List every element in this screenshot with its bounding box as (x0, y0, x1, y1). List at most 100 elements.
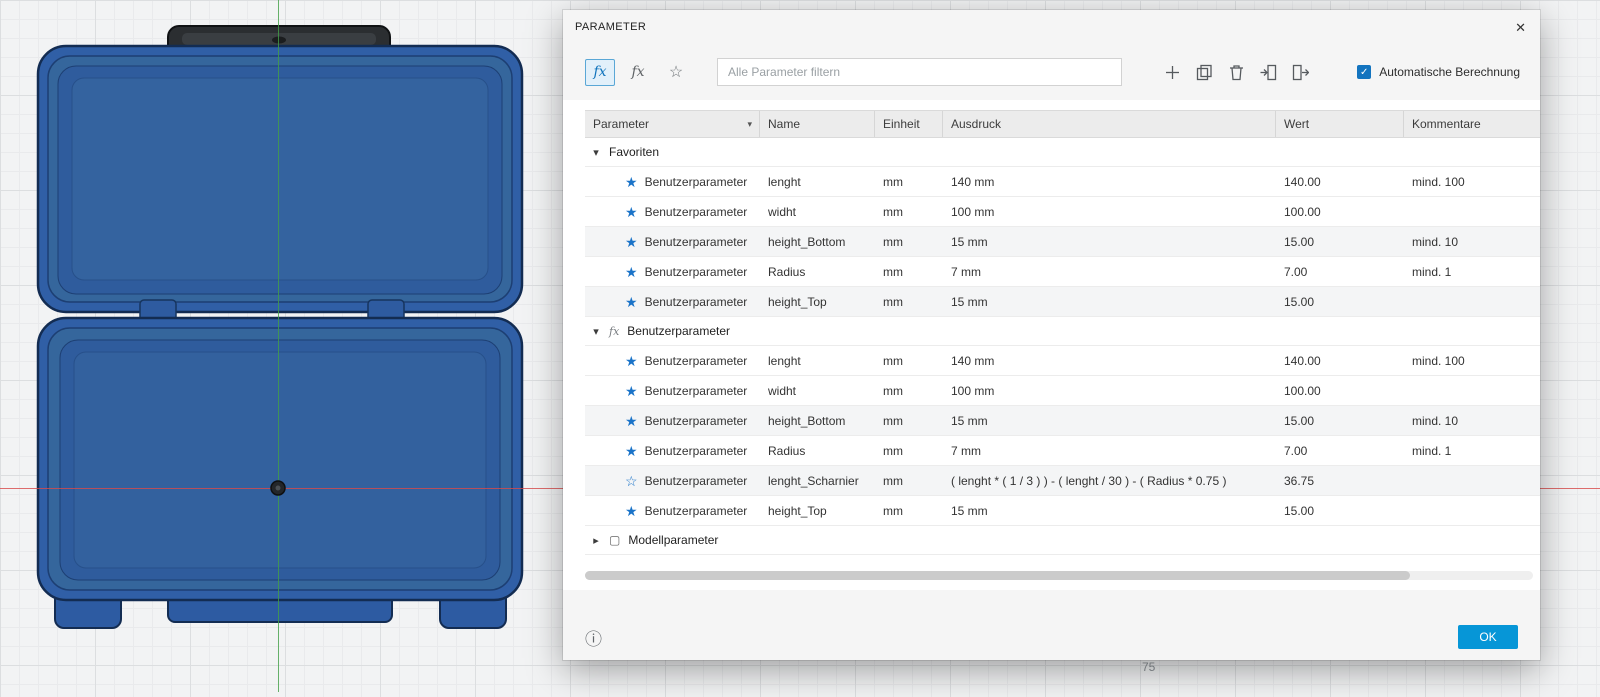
param-comment[interactable]: mind. 1 (1404, 444, 1540, 458)
param-name[interactable]: height_Top (760, 295, 875, 309)
table-row[interactable]: ★ Benutzerparameter height_Top mm 15 mm 1… (585, 496, 1540, 526)
export-icon[interactable] (1292, 64, 1309, 81)
param-name[interactable]: widht (760, 384, 875, 398)
favorite-star-icon[interactable]: ★ (625, 504, 638, 518)
favorite-star-icon[interactable]: ★ (625, 384, 638, 398)
favorite-star-icon[interactable]: ★ (625, 175, 638, 189)
dialog-header[interactable]: PARAMETER ✕ (563, 10, 1540, 44)
param-value: 140.00 (1284, 353, 1321, 368)
param-expression[interactable]: 7 mm (943, 444, 1276, 458)
header-name[interactable]: Name (760, 111, 875, 137)
checkbox-checked-icon[interactable]: ✓ (1357, 65, 1372, 79)
origin-marker-icon[interactable] (270, 480, 286, 496)
chevron-down-icon[interactable]: ▾ (591, 325, 601, 338)
param-expression[interactable]: 15 mm (943, 235, 1276, 249)
param-name[interactable]: height_Bottom (760, 235, 875, 249)
header-parameter[interactable]: Parameter ▾ (585, 111, 760, 137)
table-row[interactable]: ☆ Benutzerparameter lenght_Scharnier mm (… (585, 466, 1540, 496)
grid-ruler-label: 75 (1142, 660, 1156, 674)
horizontal-scrollbar[interactable] (585, 571, 1533, 580)
param-expression[interactable]: 140 mm (943, 354, 1276, 368)
ok-button[interactable]: OK (1458, 625, 1518, 649)
param-value: 15.00 (1284, 294, 1315, 309)
param-unit: mm (883, 234, 903, 249)
sort-down-icon[interactable]: ▾ (747, 119, 752, 130)
header-ausdruck[interactable]: Ausdruck (943, 111, 1276, 137)
dialog-footer: ⓘ OK (563, 614, 1540, 660)
header-wert[interactable]: Wert (1276, 111, 1404, 137)
table-row[interactable]: ★ Benutzerparameter Radius mm 7 mm 7.00 m… (585, 257, 1540, 287)
parameter-type-label: Benutzerparameter (644, 353, 748, 368)
param-expression[interactable]: 100 mm (943, 205, 1276, 219)
case-bottom[interactable] (36, 316, 524, 602)
star-icon: ☆ (668, 64, 684, 81)
param-expression[interactable]: 15 mm (943, 295, 1276, 309)
delete-icon[interactable] (1228, 64, 1245, 81)
duplicate-icon[interactable] (1196, 64, 1213, 81)
param-expression[interactable]: 7 mm (943, 265, 1276, 279)
show-favorites-button[interactable]: ☆ (661, 59, 691, 86)
param-unit: mm (883, 473, 903, 488)
param-comment[interactable]: mind. 100 (1404, 354, 1540, 368)
parameter-table: Parameter ▾ Name Einheit Ausdruck Wert K… (563, 100, 1540, 590)
favorite-star-icon[interactable]: ★ (625, 235, 638, 249)
table-row[interactable]: ★ Benutzerparameter lenght mm 140 mm 140.… (585, 167, 1540, 197)
param-expression[interactable]: 100 mm (943, 384, 1276, 398)
group-row-modellparameter[interactable]: ▸ ▢ Modellparameter (585, 526, 1540, 555)
favorite-star-icon[interactable]: ★ (625, 265, 638, 279)
filter-input[interactable] (717, 58, 1122, 86)
param-name[interactable]: lenght (760, 354, 875, 368)
param-expression[interactable]: ( lenght * ( 1 / 3 ) ) - ( lenght / 30 )… (943, 474, 1276, 488)
table-row[interactable]: ★ Benutzerparameter lenght mm 140 mm 140.… (585, 346, 1540, 376)
group-label: Favoriten (609, 145, 660, 159)
info-icon[interactable]: ⓘ (585, 625, 602, 650)
favorite-star-icon[interactable]: ★ (625, 205, 638, 219)
group-row-benutzerparameter[interactable]: ▾ fx Benutzerparameter (585, 317, 1540, 346)
favorite-star-icon[interactable]: ★ (625, 444, 638, 458)
param-expression[interactable]: 140 mm (943, 175, 1276, 189)
table-row[interactable]: ★ Benutzerparameter widht mm 100 mm 100.0… (585, 376, 1540, 406)
favorite-star-icon[interactable]: ★ (625, 414, 638, 428)
chevron-right-icon[interactable]: ▸ (591, 534, 601, 547)
show-all-parameters-button[interactable]: fx (585, 58, 615, 86)
scrollbar-thumb[interactable] (585, 571, 1410, 580)
chevron-down-icon[interactable]: ▾ (591, 146, 601, 159)
param-name[interactable]: height_Bottom (760, 414, 875, 428)
group-row-favoriten[interactable]: ▾ Favoriten (585, 138, 1540, 167)
param-unit: mm (883, 294, 903, 309)
dialog-title: PARAMETER (575, 21, 647, 33)
new-user-parameter-button[interactable]: fx (623, 59, 653, 86)
add-parameter-icon[interactable] (1164, 64, 1181, 81)
param-expression[interactable]: 15 mm (943, 504, 1276, 518)
favorite-star-icon[interactable]: ★ (625, 354, 638, 368)
table-row[interactable]: ★ Benutzerparameter Radius mm 7 mm 7.00 m… (585, 436, 1540, 466)
case-lid[interactable] (36, 44, 524, 314)
favorite-star-icon[interactable]: ★ (625, 295, 638, 309)
favorite-star-icon[interactable]: ☆ (625, 474, 638, 488)
import-icon[interactable] (1260, 64, 1277, 81)
close-icon[interactable]: ✕ (1515, 21, 1526, 34)
param-comment[interactable]: mind. 1 (1404, 265, 1540, 279)
header-kommentare[interactable]: Kommentare (1404, 111, 1540, 137)
param-name[interactable]: Radius (760, 265, 875, 279)
table-row[interactable]: ★ Benutzerparameter height_Bottom mm 15 m… (585, 227, 1540, 257)
param-name[interactable]: widht (760, 205, 875, 219)
parameter-type-label: Benutzerparameter (644, 264, 748, 279)
auto-compute-toggle[interactable]: ✓ Automatische Berechnung (1357, 65, 1520, 79)
table-row[interactable]: ★ Benutzerparameter height_Top mm 15 mm 1… (585, 287, 1540, 317)
table-row[interactable]: ★ Benutzerparameter widht mm 100 mm 100.0… (585, 197, 1540, 227)
param-comment[interactable]: mind. 10 (1404, 235, 1540, 249)
param-name[interactable]: lenght (760, 175, 875, 189)
param-name[interactable]: Radius (760, 444, 875, 458)
table-row[interactable]: ★ Benutzerparameter height_Bottom mm 15 m… (585, 406, 1540, 436)
param-comment[interactable]: mind. 100 (1404, 175, 1540, 189)
param-expression[interactable]: 15 mm (943, 414, 1276, 428)
table-header-row: Parameter ▾ Name Einheit Ausdruck Wert K… (585, 110, 1540, 138)
group-label: Benutzerparameter (627, 324, 731, 338)
header-einheit[interactable]: Einheit (875, 111, 943, 137)
param-name[interactable]: height_Top (760, 504, 875, 518)
parameter-type-label: Benutzerparameter (644, 443, 748, 458)
parameter-type-label: Benutzerparameter (644, 294, 748, 309)
param-name[interactable]: lenght_Scharnier (760, 474, 875, 488)
param-comment[interactable]: mind. 10 (1404, 414, 1540, 428)
